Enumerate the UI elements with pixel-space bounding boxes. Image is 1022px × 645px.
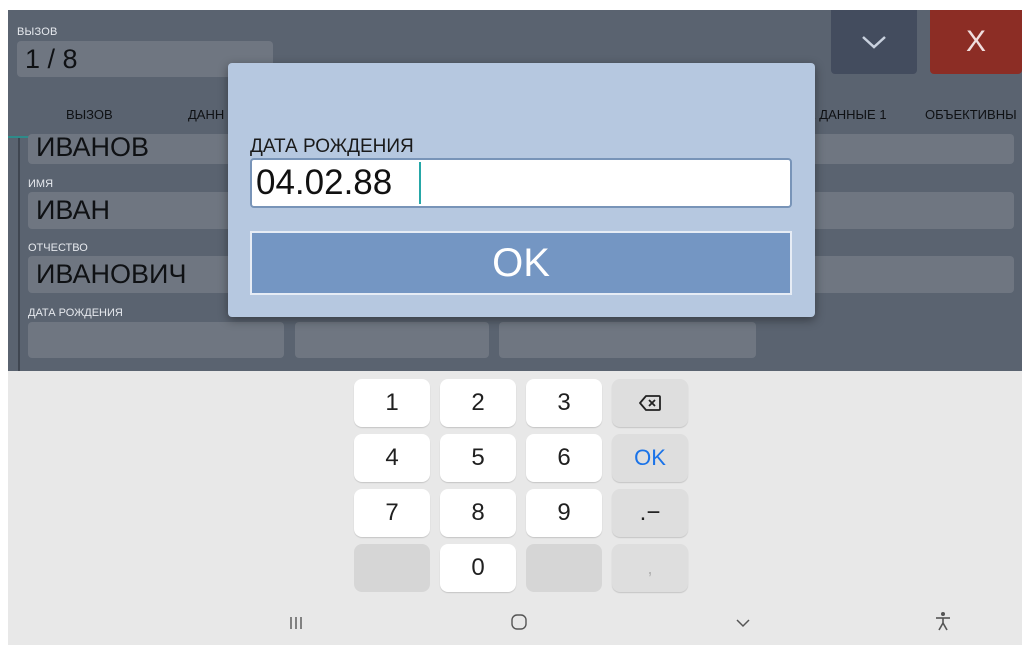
dialog-ok-button[interactable]: OK [250,231,792,295]
backspace-key[interactable] [612,379,688,427]
comma-key[interactable]: , [612,544,688,592]
chevron-down-icon [862,36,886,49]
tab-data-1[interactable]: Е ДАННЫЕ 1 [807,107,887,122]
sex-field[interactable] [499,322,756,358]
right-field-2[interactable] [798,192,1014,229]
key-6[interactable]: 6 [526,434,602,482]
tab-objective[interactable]: ОБЪЕКТИВНЫ [925,107,1017,122]
recent-apps-icon [290,617,302,629]
numeric-keyboard: 1 2 3 4 5 6 OK 7 8 9 .− 0 , [8,371,1022,645]
call-label: ВЫЗОВ [17,26,58,38]
key-0[interactable]: 0 [440,544,516,592]
hide-keyboard-button[interactable] [734,611,752,637]
key-9[interactable]: 9 [526,489,602,537]
key-5[interactable]: 5 [440,434,516,482]
accessibility-icon [936,612,950,631]
chevron-down-icon [736,619,750,628]
key-1[interactable]: 1 [354,379,430,427]
age-field[interactable] [295,322,489,358]
accessibility-button[interactable] [934,611,952,637]
dot-minus-key[interactable]: .− [612,489,688,537]
tab-call[interactable]: ВЫЗОВ [66,107,113,122]
key-7[interactable]: 7 [354,489,430,537]
key-8[interactable]: 8 [440,489,516,537]
key-4[interactable]: 4 [354,434,430,482]
birthdate-label: ДАТА РОЖДЕНИЯ [28,307,123,319]
text-caret [419,162,421,204]
right-field-3[interactable] [798,256,1014,293]
birthdate-input[interactable]: 04.02.88 [250,158,792,208]
blank-key-right [526,544,602,592]
home-icon [511,614,527,630]
dropdown-button[interactable] [831,10,917,74]
close-button[interactable]: X [930,10,1022,74]
key-3[interactable]: 3 [526,379,602,427]
home-button[interactable] [510,611,528,637]
dialog-label: ДАТА РОЖДЕНИЯ [250,136,414,157]
backspace-icon [639,395,661,411]
birthdate-field[interactable] [28,322,284,358]
recent-apps-button[interactable] [288,611,304,637]
tab-data[interactable]: ДАНН [188,107,224,122]
keyboard-ok-key[interactable]: OK [612,434,688,482]
patronymic-label: ОТЧЕСТВО [28,242,88,254]
key-2[interactable]: 2 [440,379,516,427]
name-label: ИМЯ [28,178,54,190]
system-nav-bar [8,603,1022,645]
birthdate-dialog: ДАТА РОЖДЕНИЯ 04.02.88 OK [228,63,815,317]
blank-key-left [354,544,430,592]
right-field-1[interactable] [798,134,1014,164]
